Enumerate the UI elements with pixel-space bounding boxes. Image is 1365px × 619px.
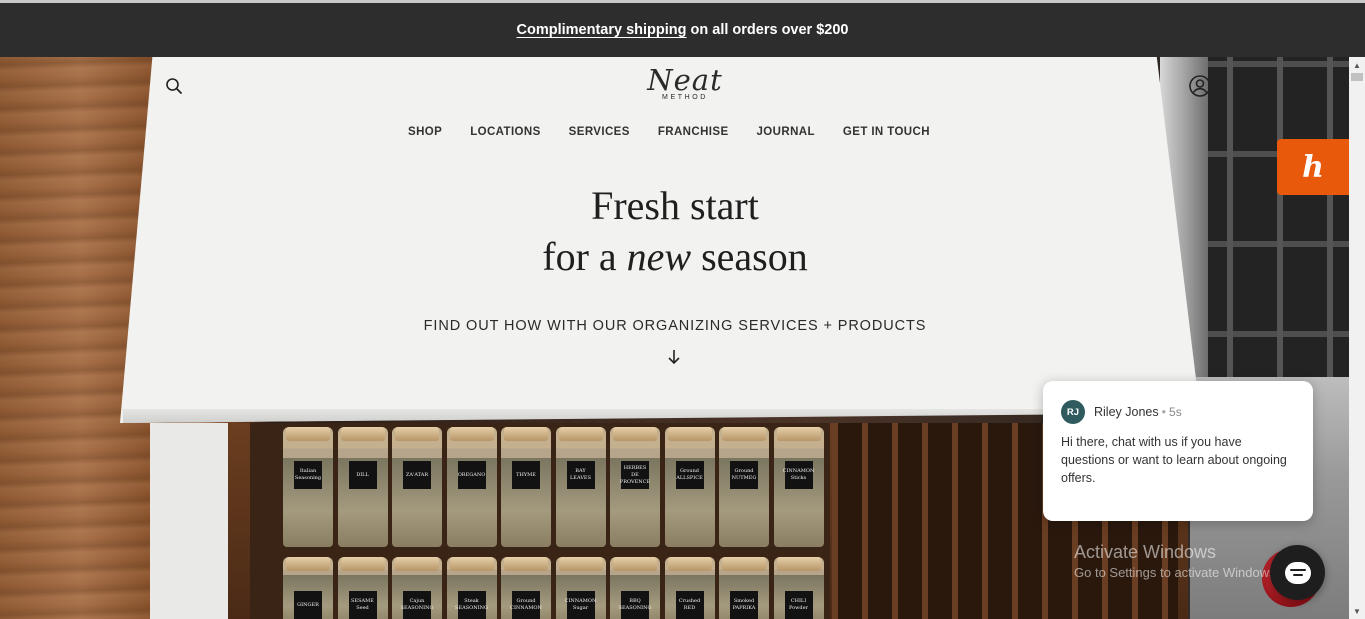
jar-label: BAY LEAVES [566, 461, 595, 489]
spice-jar: GINGER [283, 557, 333, 619]
jar-label: ZA'ATAR [403, 461, 431, 489]
chat-header: Riley Jones • 5s [1094, 405, 1182, 419]
separator-dot: • [1161, 405, 1167, 419]
nav-item-locations[interactable]: LOCATIONS [470, 126, 540, 144]
jar-lid [667, 557, 712, 571]
chat-popup[interactable]: RJ Riley Jones • 5s Hi there, chat with us… [1043, 381, 1313, 521]
jar-lid [340, 427, 385, 441]
jar-label: GINGER [294, 591, 322, 619]
honey-extension-button[interactable]: h [1277, 139, 1349, 195]
logo-word: Neat [647, 63, 723, 97]
spice-jar: Crushed RED [664, 557, 715, 619]
spice-jar: DILL [337, 427, 388, 547]
spice-jar: Italian Seasoning [283, 427, 333, 547]
jar-lid [722, 557, 766, 571]
jar-label: BBQ SEASONING [619, 591, 651, 619]
spice-jar: CINNAMON Sugar [555, 557, 606, 619]
jar-lid [722, 427, 766, 441]
stove-grate [1205, 57, 1349, 377]
jar-label: Italian Seasoning [294, 461, 322, 489]
jar-label: Steak SEASONING [455, 591, 488, 619]
headline-line-2: for a new season [440, 231, 910, 282]
jar-label: SESAME Seed [348, 591, 377, 619]
spice-jar: Cajun SEASONING [392, 557, 442, 619]
hero-cta-link[interactable]: FIND OUT HOW WITH OUR ORGANIZING SERVICE… [400, 318, 950, 334]
spice-jar: CHILI Powder [773, 557, 824, 619]
jar-label: Smoked PAPRIKA [730, 591, 758, 619]
nav-item-shop[interactable]: SHOP [408, 126, 442, 144]
scroll-up-arrow-icon[interactable]: ▲ [1349, 57, 1365, 73]
jar-lid [340, 557, 385, 571]
spice-jar: BAY LEAVES [555, 427, 606, 547]
jar-label: CHILI Powder [784, 591, 813, 619]
promo-text: on all orders over $200 [690, 22, 849, 38]
headline-pre: for a [542, 234, 617, 279]
main-nav: SHOP LOCATIONS SERVICES FRANCHISE JOURNA… [394, 126, 944, 144]
spice-jar: Ground NUTMEG [719, 427, 769, 547]
jar-lid [667, 427, 712, 441]
headline-line-1: Fresh start [591, 183, 759, 228]
agent-name: Riley Jones [1094, 405, 1159, 419]
site-logo[interactable]: Neat METHOD [640, 66, 730, 106]
chat-message: Hi there, chat with us if you have quest… [1061, 435, 1287, 485]
jar-label: OREGANO [457, 461, 486, 489]
spice-jar: SESAME Seed [337, 557, 388, 619]
jar-label: Ground ALLSPICE [675, 461, 704, 489]
nav-item-journal[interactable]: JOURNAL [757, 126, 815, 144]
spice-jar: Steak SEASONING [446, 557, 497, 619]
spice-jar: Ground ALLSPICE [664, 427, 715, 547]
jar-label: Ground NUTMEG [730, 461, 758, 489]
spice-jar: BBQ SEASONING [610, 557, 660, 619]
scroll-thumb[interactable] [1351, 73, 1363, 81]
headline-post: season [701, 234, 808, 279]
spice-jar: ZA'ATAR [392, 427, 442, 547]
jar-lid [776, 557, 821, 571]
jar-label: Crushed RED [675, 591, 704, 619]
jar-lid [449, 427, 494, 441]
jar-label: Cajun SEASONING [401, 591, 433, 619]
jar-label: DILL [348, 461, 377, 489]
spice-jar: CINNAMON Sticks [773, 427, 824, 547]
chat-icon [1284, 561, 1311, 584]
spice-jar: Ground CINNAMON [501, 557, 551, 619]
scrollbar[interactable]: ▲ ▼ [1349, 57, 1365, 619]
headline-em: new [626, 234, 692, 279]
arrow-down-icon[interactable] [666, 348, 682, 366]
search-icon[interactable] [164, 76, 184, 96]
nav-item-franchise[interactable]: FRANCHISE [658, 126, 729, 144]
jar-lid [504, 557, 548, 571]
spice-jar: Smoked PAPRIKA [719, 557, 769, 619]
nav-item-get-in-touch[interactable]: GET IN TOUCH [843, 126, 930, 144]
jar-label: CINNAMON Sticks [783, 461, 814, 489]
message-time: 5s [1169, 405, 1182, 419]
account-icon[interactable] [1188, 74, 1212, 98]
avatar: RJ [1061, 400, 1085, 424]
jar-lid [286, 427, 330, 441]
jar-label: CINNAMON Sugar [565, 591, 596, 619]
counter-edge [123, 409, 1203, 423]
honey-icon: h [1302, 149, 1324, 185]
jar-lid [613, 557, 657, 571]
jar-lid [449, 557, 494, 571]
jar-lid [395, 557, 439, 571]
jar-label: THYME [512, 461, 540, 489]
hero-headline: Fresh start for a new season [440, 180, 910, 282]
jar-lid [504, 427, 548, 441]
jar-lid [286, 557, 330, 571]
jar-lid [613, 427, 657, 441]
spice-jar: HERBES DE PROVENCE [610, 427, 660, 547]
chat-launcher-button[interactable] [1270, 545, 1325, 600]
jar-label: Ground CINNAMON [510, 591, 542, 619]
shipping-link[interactable]: Complimentary shipping [517, 22, 687, 38]
jar-lid [558, 557, 603, 571]
scroll-down-arrow-icon[interactable]: ▼ [1349, 603, 1365, 619]
spice-jar: THYME [501, 427, 551, 547]
promo-bar: Complimentary shipping on all orders ove… [0, 3, 1365, 57]
jar-lid [558, 427, 603, 441]
nav-item-services[interactable]: SERVICES [569, 126, 630, 144]
jar-lid [395, 427, 439, 441]
spice-jar: OREGANO [446, 427, 497, 547]
jar-lid [776, 427, 821, 441]
jar-label: HERBES DE PROVENCE [620, 461, 650, 489]
